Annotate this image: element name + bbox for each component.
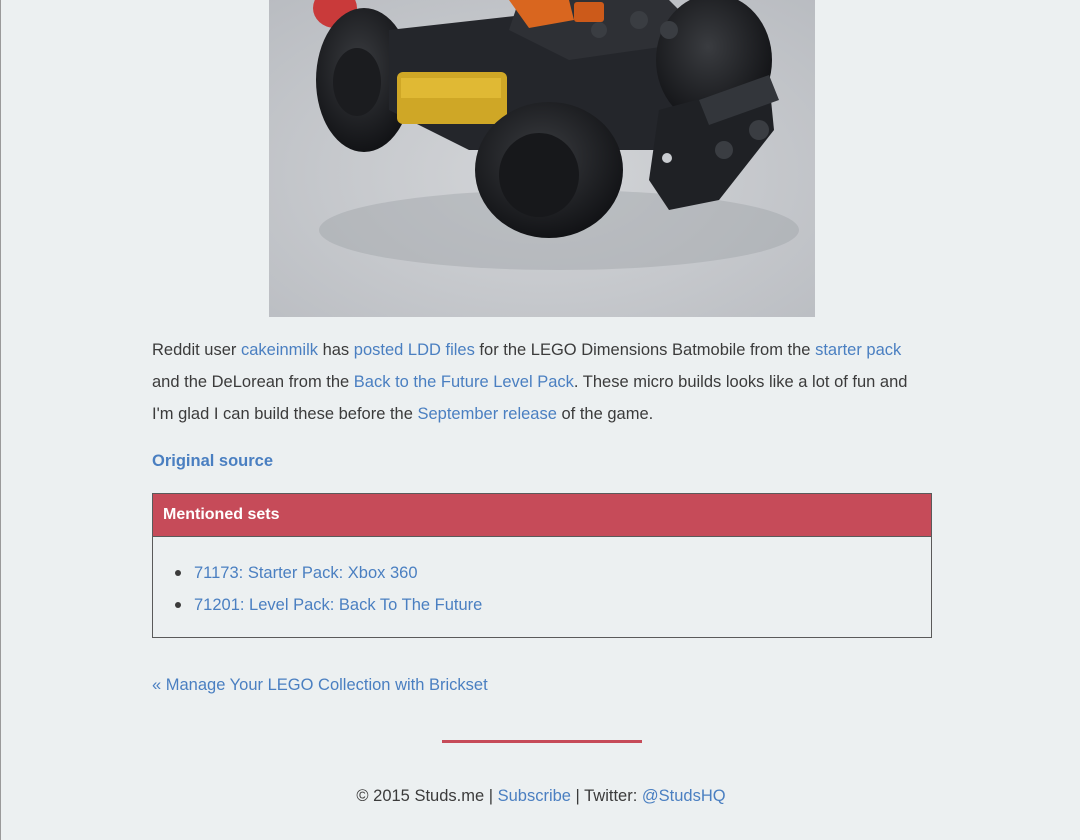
batmobile-illustration xyxy=(269,0,815,317)
mentioned-sets-panel: Mentioned sets 71173: Starter Pack: Xbox… xyxy=(152,493,932,638)
level-pack-link[interactable]: Back to the Future Level Pack xyxy=(354,373,574,391)
list-item: 71173: Starter Pack: Xbox 360 xyxy=(175,557,482,589)
mentioned-sets-header: Mentioned sets xyxy=(153,494,931,537)
ldd-files-link[interactable]: posted LDD files xyxy=(354,341,475,359)
original-source-link[interactable]: Original source xyxy=(152,448,273,474)
subscribe-link[interactable]: Subscribe xyxy=(498,787,571,805)
article-paragraph: Reddit user cakeinmilk has posted LDD fi… xyxy=(152,341,908,423)
footer-divider xyxy=(442,740,642,743)
previous-post-link[interactable]: « Manage Your LEGO Collection with Brick… xyxy=(152,672,488,698)
bullet-icon xyxy=(175,570,181,576)
site-footer: © 2015 Studs.me | Subscribe | Twitter: @… xyxy=(1,783,1080,809)
bullet-icon xyxy=(175,602,181,608)
mentioned-sets-list: 71173: Starter Pack: Xbox 360 71201: Lev… xyxy=(175,557,482,621)
copyright-text: © 2015 Studs.me | xyxy=(356,787,498,805)
article-body: Reddit user cakeinmilk has posted LDD fi… xyxy=(152,334,932,430)
twitter-link[interactable]: @StudsHQ xyxy=(642,787,726,805)
twitter-label: | Twitter: xyxy=(570,787,642,805)
starter-pack-link[interactable]: starter pack xyxy=(815,341,901,359)
list-item: 71201: Level Pack: Back To The Future xyxy=(175,589,482,621)
set-link-71201[interactable]: 71201: Level Pack: Back To The Future xyxy=(194,596,482,614)
release-link[interactable]: September release xyxy=(417,405,556,423)
set-link-71173[interactable]: 71173: Starter Pack: Xbox 360 xyxy=(194,564,418,582)
batmobile-photo xyxy=(269,0,815,317)
user-link[interactable]: cakeinmilk xyxy=(241,341,318,359)
